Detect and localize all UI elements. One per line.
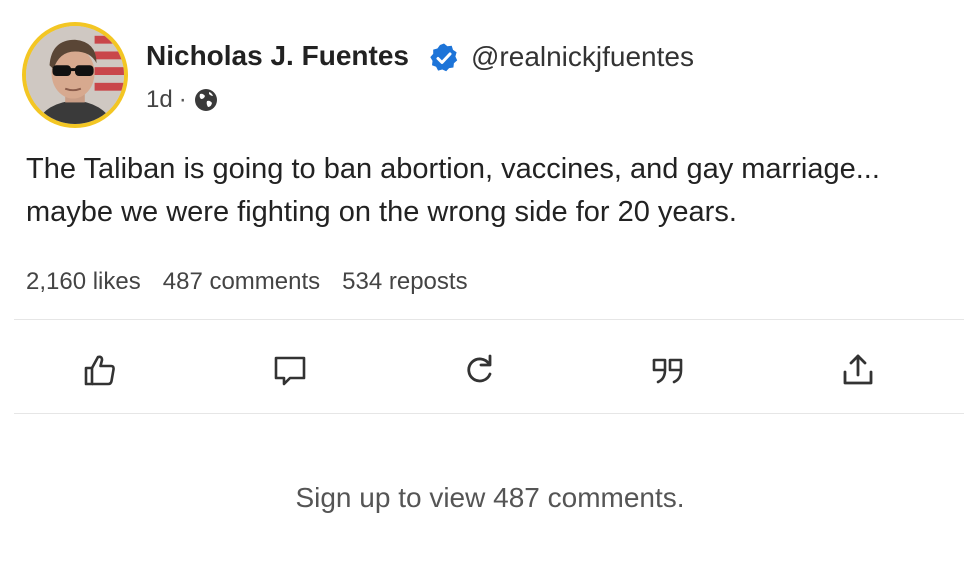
post-time[interactable]: 1d bbox=[146, 86, 173, 114]
post-stats: 2,160 likes 487 comments 534 reposts bbox=[26, 268, 468, 296]
author-name[interactable]: Nicholas J. Fuentes bbox=[146, 40, 409, 72]
like-button[interactable] bbox=[80, 350, 120, 390]
quote-button[interactable] bbox=[648, 350, 688, 390]
comments-count[interactable]: 487 comments bbox=[163, 268, 320, 296]
comment-button[interactable] bbox=[270, 350, 310, 390]
meta-separator: · bbox=[178, 86, 187, 113]
action-bar bbox=[0, 340, 980, 400]
repost-icon bbox=[467, 354, 492, 383]
divider bbox=[14, 319, 964, 320]
share-icon bbox=[843, 354, 873, 385]
signup-prompt[interactable]: Sign up to view 487 comments. bbox=[0, 482, 980, 514]
globe-icon bbox=[194, 89, 217, 111]
quote-icon bbox=[652, 358, 683, 384]
verified-badge-icon bbox=[430, 43, 458, 72]
post-card: Nicholas J. Fuentes @realnickjfuentes 1d… bbox=[0, 0, 980, 574]
post-text-line-2: maybe we were fighting on the wrong side… bbox=[26, 196, 737, 228]
avatar[interactable] bbox=[22, 22, 128, 128]
likes-count[interactable]: 2,160 likes bbox=[26, 268, 141, 296]
share-button[interactable] bbox=[838, 350, 878, 390]
post-text-line-1: The Taliban is going to ban abortion, va… bbox=[26, 153, 880, 185]
avatar-photo-icon bbox=[26, 26, 124, 124]
post-meta: 1d · bbox=[146, 86, 219, 114]
avatar-photo bbox=[26, 26, 124, 124]
divider bbox=[14, 413, 964, 414]
author-handle[interactable]: @realnickjfuentes bbox=[471, 41, 694, 73]
repost-button[interactable] bbox=[460, 350, 500, 390]
comment-icon bbox=[274, 356, 306, 386]
reposts-count[interactable]: 534 reposts bbox=[342, 268, 467, 296]
post-text: The Taliban is going to ban abortion, va… bbox=[26, 148, 956, 234]
thumbs-up-icon bbox=[84, 355, 115, 386]
